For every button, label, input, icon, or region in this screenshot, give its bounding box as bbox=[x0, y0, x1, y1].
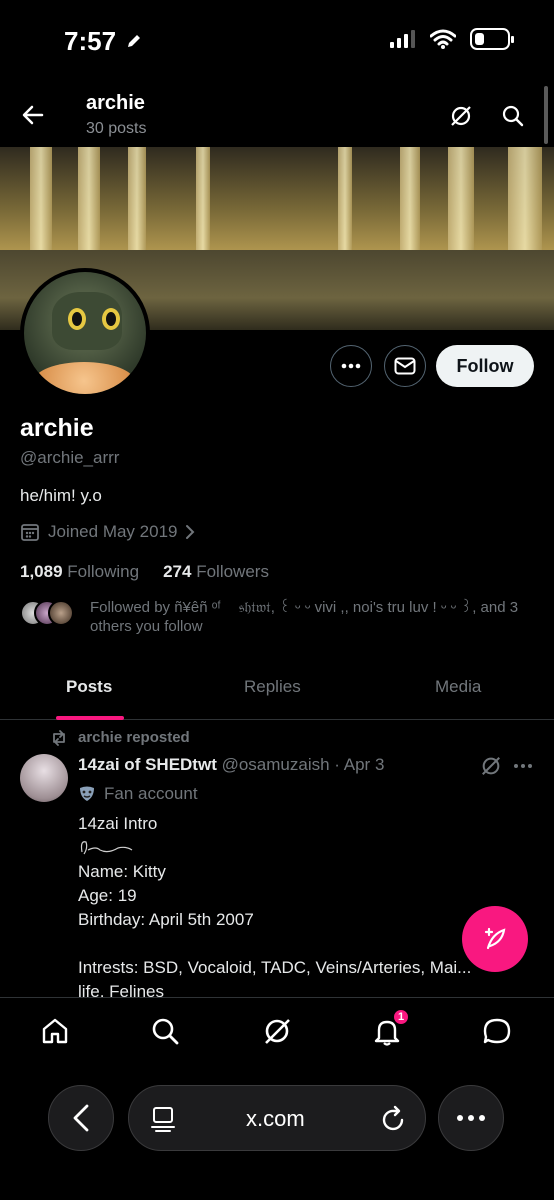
arrow-left-icon bbox=[22, 105, 44, 125]
messages-icon bbox=[483, 1018, 511, 1044]
joined-label: Joined May 2019 bbox=[48, 522, 178, 541]
post-separator: · bbox=[334, 755, 340, 774]
repost-label: archie reposted bbox=[78, 729, 190, 746]
more-horizontal-icon bbox=[341, 363, 361, 369]
masks-icon bbox=[80, 786, 94, 801]
search-button[interactable] bbox=[498, 101, 528, 131]
grok-icon bbox=[482, 757, 500, 775]
post-body: 14zai Intro Name: Kitty Age: 19 Birthday… bbox=[78, 812, 528, 1004]
post-line: Name: Kitty bbox=[78, 862, 166, 881]
post-line: 14zai Intro bbox=[78, 814, 158, 833]
header-title: archie bbox=[86, 92, 145, 114]
signature-scribble-icon bbox=[80, 841, 133, 855]
browser-back-button[interactable] bbox=[48, 1085, 114, 1151]
scrollbar[interactable] bbox=[544, 86, 548, 144]
post-line: Intrests: BSD, Vocaloid, TADC, Veins/Art… bbox=[78, 958, 472, 977]
bottom-navigation: 1 bbox=[0, 997, 554, 1063]
back-button[interactable] bbox=[18, 100, 48, 130]
active-tab-indicator bbox=[56, 716, 124, 720]
following-label: Following bbox=[67, 562, 140, 581]
profile-avatar[interactable] bbox=[20, 268, 150, 398]
compose-feather-icon bbox=[484, 927, 506, 950]
more-options-button[interactable] bbox=[330, 345, 372, 387]
header-post-count: 30 posts bbox=[86, 120, 147, 137]
followers-you-know-avatars bbox=[20, 598, 78, 628]
compose-button[interactable] bbox=[462, 906, 528, 972]
search-icon bbox=[502, 105, 524, 127]
post-author-handle[interactable]: @osamuzaish bbox=[222, 755, 330, 774]
battery-icon bbox=[470, 28, 514, 50]
fan-account-label: Fan account bbox=[78, 784, 198, 804]
status-indicators bbox=[390, 28, 514, 50]
post-author-name[interactable]: 14zai of SHEDtwt bbox=[78, 755, 217, 774]
clock: 7:57 bbox=[64, 26, 117, 56]
more-horizontal-icon bbox=[514, 764, 532, 768]
followed-by[interactable]: Followed by ñ¥êñ ᵒᶠ ﾠ𝔰𝔥𝔱𝔴𝔱, ꒰ ᵕ ᵕ vivi ,… bbox=[20, 598, 536, 636]
profile-bio: he/him! y.o bbox=[20, 486, 102, 505]
chevron-left-icon bbox=[73, 1104, 89, 1132]
nav-grok[interactable] bbox=[260, 1014, 294, 1048]
post-header: 14zai of SHEDtwt @osamuzaish · Apr 3 bbox=[78, 755, 384, 775]
tab-replies[interactable]: Replies bbox=[244, 677, 301, 697]
message-button[interactable] bbox=[384, 345, 426, 387]
followed-by-text: Followed by ñ¥êñ ᵒᶠ ﾠ𝔰𝔥𝔱𝔴𝔱, ꒰ ᵕ ᵕ vivi ,… bbox=[90, 599, 519, 635]
followers-count: 274 bbox=[163, 562, 192, 581]
post-grok-button[interactable] bbox=[478, 753, 504, 779]
signal-icon bbox=[390, 30, 415, 48]
home-icon bbox=[42, 1018, 68, 1044]
url-text: x.com bbox=[246, 1106, 305, 1131]
envelope-icon bbox=[394, 357, 416, 375]
following-count: 1,089 bbox=[20, 562, 63, 581]
notification-badge: 1 bbox=[392, 1008, 410, 1026]
followers-label: Followers bbox=[196, 562, 269, 581]
post-more-button[interactable] bbox=[510, 753, 536, 779]
profile-name: archie bbox=[20, 414, 94, 442]
fan-account-text: Fan account bbox=[104, 784, 198, 803]
repost-indicator: archie reposted bbox=[50, 729, 190, 746]
post-author-avatar[interactable] bbox=[20, 754, 68, 802]
nav-messages[interactable] bbox=[480, 1014, 514, 1048]
post-line bbox=[78, 932, 528, 956]
reader-icon[interactable] bbox=[151, 1106, 175, 1132]
tab-posts[interactable]: Posts bbox=[66, 677, 112, 697]
wifi-icon bbox=[430, 29, 456, 49]
post-line: Birthday: April 5th 2007 bbox=[78, 910, 254, 929]
more-horizontal-icon bbox=[457, 1115, 485, 1121]
joined-date[interactable]: Joined May 2019 bbox=[20, 522, 195, 542]
grok-icon bbox=[451, 106, 471, 126]
browser-toolbar: x.com bbox=[0, 1063, 554, 1200]
browser-more-button[interactable] bbox=[438, 1085, 504, 1151]
search-icon bbox=[152, 1018, 179, 1045]
chevron-right-icon bbox=[186, 525, 195, 539]
post-line: Age: 19 bbox=[78, 886, 137, 905]
nav-home[interactable] bbox=[38, 1014, 72, 1048]
calendar-icon bbox=[21, 524, 39, 541]
tab-media[interactable]: Media bbox=[435, 677, 481, 697]
post-scribble bbox=[78, 836, 528, 860]
pencil-icon bbox=[128, 35, 141, 47]
grok-button[interactable] bbox=[446, 101, 476, 131]
nav-notifications[interactable]: 1 bbox=[370, 1008, 410, 1048]
follow-counts: 1,089 Following 274 Followers bbox=[20, 562, 269, 582]
status-time: 7:57 bbox=[64, 26, 143, 57]
repost-icon bbox=[53, 729, 65, 746]
follow-button[interactable]: Follow bbox=[436, 345, 534, 387]
nav-search[interactable] bbox=[148, 1014, 182, 1048]
following-link[interactable]: 1,089 Following bbox=[20, 562, 139, 582]
profile-tabs: Posts Replies Media bbox=[0, 660, 554, 720]
grok-icon bbox=[265, 1019, 290, 1044]
address-bar[interactable]: x.com bbox=[128, 1085, 426, 1151]
followers-link[interactable]: 274 Followers bbox=[163, 562, 269, 582]
profile-handle: @archie_arrr bbox=[20, 448, 120, 467]
post-date[interactable]: Apr 3 bbox=[344, 755, 385, 774]
reload-icon[interactable] bbox=[381, 1105, 407, 1133]
